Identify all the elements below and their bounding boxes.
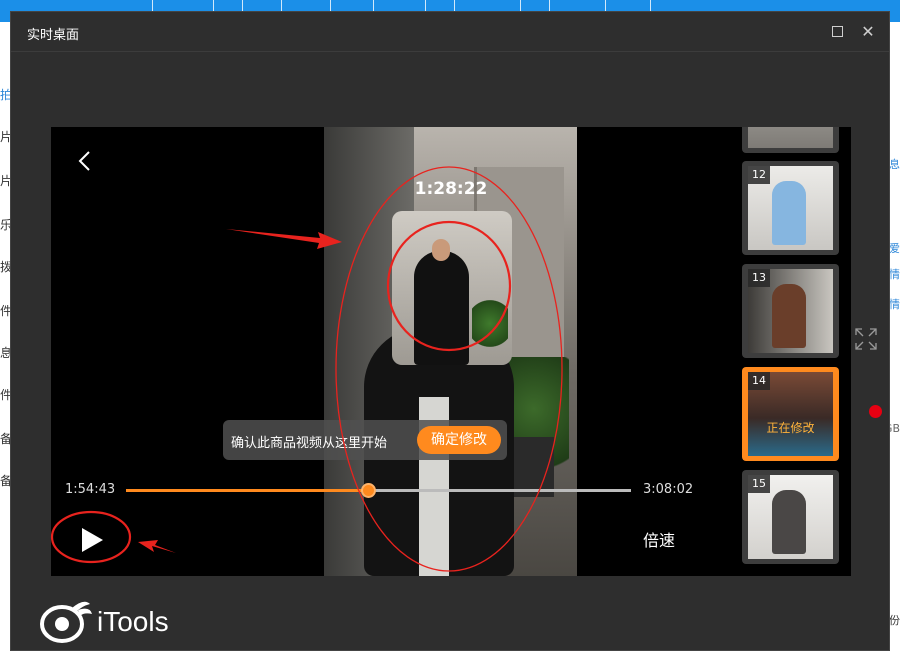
play-icon [82, 528, 103, 552]
thumbnail-figure [772, 490, 806, 554]
thumbnail-image [748, 127, 833, 148]
thumbnail-partial[interactable] [742, 127, 839, 153]
maximize-button[interactable] [828, 22, 848, 42]
confirm-message: 确认此商品视频从这里开始 [231, 436, 388, 451]
total-time: 3:08:02 [643, 482, 694, 497]
back-button[interactable] [75, 149, 95, 173]
speed-button[interactable]: 倍速 [643, 527, 675, 551]
window-titlebar: 实时桌面 ✕ [11, 12, 889, 52]
progress-fill [126, 489, 369, 492]
thumbnail-number: 14 [748, 372, 770, 390]
itools-logo [38, 596, 94, 644]
thumbnail-figure [772, 181, 806, 245]
expand-icon [855, 328, 877, 350]
preview-thumbnail[interactable] [392, 211, 512, 365]
device-screen[interactable]: 1:28:22 确认此商品视频从这里开始 确定修改 1:54:43 3:08:0… [51, 127, 851, 576]
editing-label: 正在修改 [766, 421, 815, 435]
preview-timestamp: 1:28:22 [414, 179, 488, 199]
thumbnail-figure [772, 284, 806, 348]
preview-model [414, 251, 469, 365]
play-button[interactable] [77, 525, 107, 555]
preview-plant [472, 296, 508, 351]
close-button[interactable]: ✕ [858, 22, 878, 42]
thumbnail-item[interactable]: 15 [742, 470, 839, 564]
product-thumbnail-list: 12 13 14 正在修改 15 [741, 127, 841, 576]
thumbnail-number: 13 [748, 269, 770, 287]
thumbnail-number: 12 [748, 166, 770, 184]
window-title: 实时桌面 [27, 28, 80, 43]
current-time: 1:54:43 [65, 482, 116, 497]
preview-head [432, 239, 450, 261]
thumbnail-number: 15 [748, 475, 770, 493]
progress-slider[interactable] [126, 483, 631, 498]
thumbnail-item[interactable]: 13 [742, 264, 839, 358]
video-pot [514, 437, 554, 497]
chevron-left-icon [78, 151, 90, 171]
thumbnail-item[interactable]: 12 [742, 161, 839, 255]
record-indicator[interactable] [869, 405, 882, 418]
confirm-toast: 确认此商品视频从这里开始 确定修改 [223, 420, 507, 460]
confirm-edit-button[interactable]: 确定修改 [417, 426, 501, 454]
background-footer [0, 651, 900, 660]
maximize-icon [832, 26, 843, 37]
fullscreen-button[interactable] [855, 328, 877, 350]
thumbnail-item-active[interactable]: 14 正在修改 [742, 367, 839, 461]
itools-logo-icon [40, 601, 92, 643]
live-desktop-window: 实时桌面 ✕ 1:28:22 确认此商品视频从这里开始 确定修改 1:54:43… [10, 11, 890, 651]
brand-name: iTools [97, 606, 169, 637]
